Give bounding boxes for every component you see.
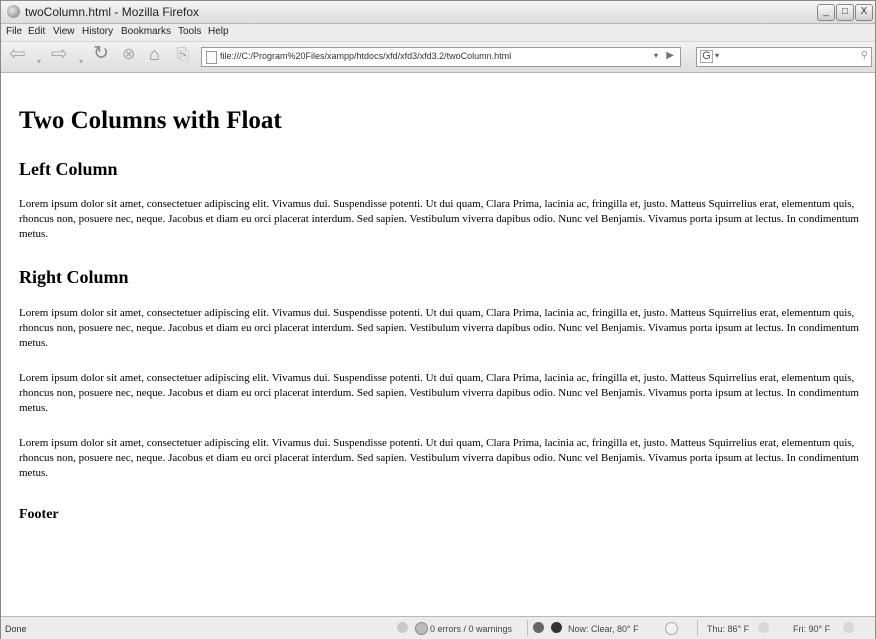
page-icon [206, 51, 217, 64]
search-icon[interactable]: ⚲ [861, 50, 868, 61]
go-icon[interactable]: ▶ [666, 50, 674, 61]
search-box[interactable]: G ▾ ⚲ [696, 47, 872, 67]
bookmark-page-icon[interactable]: ⎘ [177, 47, 189, 63]
right-column-paragraph: Lorem ipsum dolor sit amet, consectetuer… [19, 307, 859, 349]
footer-heading: Footer [19, 507, 59, 522]
left-column-text: Lorem ipsum dolor sit amet, consectetuer… [19, 198, 859, 240]
search-engine-dropdown-icon[interactable]: ▾ [715, 51, 719, 60]
forward-dropdown-icon[interactable]: ▾ [79, 54, 83, 70]
stop-icon[interactable]: ⊗ [122, 47, 135, 63]
weather-cloud-icon [758, 622, 769, 633]
right-column-paragraph: Lorem ipsum dolor sit amet, consectetuer… [19, 372, 859, 414]
weather-cloud-icon [843, 622, 854, 633]
globe-icon[interactable] [551, 622, 562, 633]
weather-thursday[interactable]: Thu: 86° F [707, 624, 749, 634]
url-bar[interactable]: file:///C:/Program%20Files/xampp/htdocs/… [201, 47, 681, 67]
status-text: Done [5, 624, 27, 634]
menu-bar: File Edit View History Bookmarks Tools H… [1, 24, 875, 42]
validator-status[interactable]: 0 errors / 0 warnings [430, 624, 512, 634]
left-column-heading: Left Column [19, 159, 118, 179]
addon-icon[interactable] [397, 622, 408, 633]
title-bar: twoColumn.html - Mozilla Firefox _ □ X [1, 1, 875, 24]
menu-file[interactable]: File [6, 26, 22, 37]
search-engine-icon[interactable]: G [700, 50, 713, 63]
url-dropdown-icon[interactable]: ▾ [654, 51, 658, 60]
window-title: twoColumn.html - Mozilla Firefox [25, 5, 200, 19]
right-column-heading: Right Column [19, 267, 129, 287]
page-title: Two Columns with Float [19, 107, 282, 134]
close-button[interactable]: X [855, 4, 873, 21]
url-text[interactable]: file:///C:/Program%20Files/xampp/htdocs/… [220, 51, 511, 61]
menu-edit[interactable]: Edit [28, 26, 45, 37]
status-divider [527, 620, 528, 636]
minimize-button[interactable]: _ [817, 4, 835, 21]
menu-help[interactable]: Help [208, 26, 229, 37]
weather-friday[interactable]: Fri: 90° F [793, 624, 830, 634]
status-divider [697, 620, 698, 636]
status-bar: Done 0 errors / 0 warnings Now: Clear, 8… [1, 616, 875, 639]
validator-icon[interactable] [415, 622, 428, 635]
menu-history[interactable]: History [82, 26, 113, 37]
weather-clear-icon [665, 622, 678, 635]
menu-tools[interactable]: Tools [178, 26, 201, 37]
weather-now[interactable]: Now: Clear, 80° F [568, 624, 639, 634]
block-icon[interactable] [533, 622, 544, 633]
page-content: Two Columns with Float Left Column Lorem… [1, 73, 875, 613]
maximize-button[interactable]: □ [836, 4, 854, 21]
reload-icon[interactable]: ↻ [93, 44, 109, 63]
right-column-paragraph: Lorem ipsum dolor sit amet, consectetuer… [19, 437, 859, 479]
menu-bookmarks[interactable]: Bookmarks [121, 26, 171, 37]
navigation-toolbar: ⇦ ▾ ⇨ ▾ ↻ ⊗ ⌂ ⎘ file:///C:/Program%20Fil… [1, 42, 875, 73]
menu-view[interactable]: View [53, 26, 75, 37]
back-dropdown-icon[interactable]: ▾ [37, 54, 41, 70]
firefox-logo-icon [7, 5, 20, 18]
forward-icon[interactable]: ⇨ [51, 44, 68, 64]
home-icon[interactable]: ⌂ [149, 45, 160, 63]
back-icon[interactable]: ⇦ [9, 44, 26, 64]
browser-window: twoColumn.html - Mozilla Firefox _ □ X F… [0, 0, 876, 639]
